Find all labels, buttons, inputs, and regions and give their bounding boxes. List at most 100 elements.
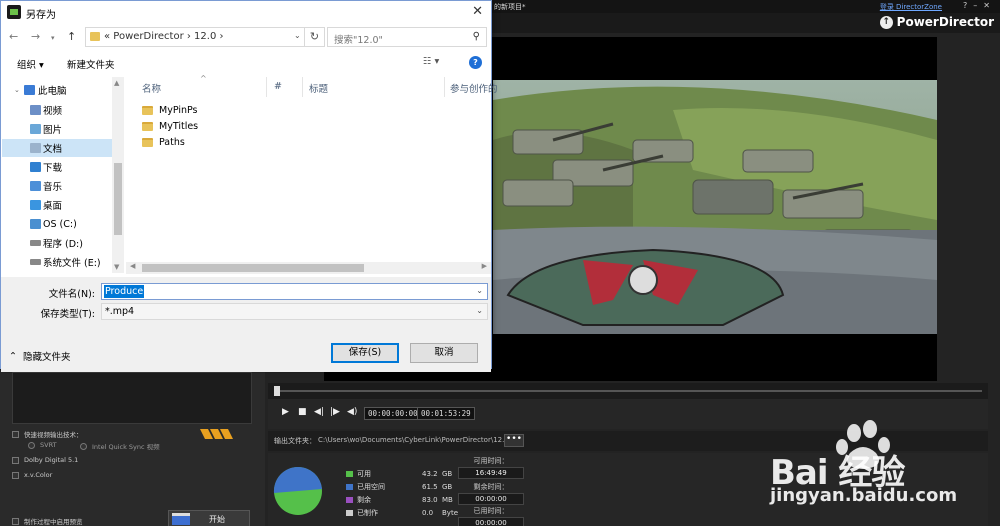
tree-item-videos[interactable]: 视频: [2, 101, 112, 119]
radio-circle[interactable]: [80, 442, 87, 450]
volume-icon[interactable]: ◀): [347, 407, 357, 417]
column-divider[interactable]: [302, 77, 303, 97]
tree-item-label: 桌面: [43, 201, 63, 212]
start-produce-button[interactable]: 开始: [168, 510, 250, 526]
timeline-scrubber[interactable]: [268, 383, 988, 399]
column-participants[interactable]: 参与创作的: [450, 81, 498, 95]
tree-item-this-pc[interactable]: ⌄ 此电脑: [2, 81, 112, 99]
scrubber-track[interactable]: [276, 390, 982, 392]
scroll-up-icon[interactable]: ▲: [114, 79, 119, 87]
browse-output-button[interactable]: •••: [504, 434, 524, 447]
back-arrow-icon[interactable]: ←: [9, 30, 18, 43]
tree-item-drive-c[interactable]: OS (C:): [2, 215, 112, 233]
refresh-button[interactable]: ↻: [305, 27, 325, 47]
checkbox-box[interactable]: [12, 430, 19, 438]
next-frame-icon[interactable]: |▶: [330, 407, 340, 417]
view-options-icon[interactable]: ☷ ▾: [423, 56, 439, 67]
checkbox-box[interactable]: [12, 517, 19, 525]
filename-value[interactable]: Produce: [104, 285, 145, 298]
legend-value: 0.0: [422, 509, 434, 517]
intel-logo-icon: [200, 429, 233, 439]
cancel-button[interactable]: 取消: [410, 343, 478, 363]
filename-input[interactable]: Produce ⌄: [101, 283, 488, 300]
close-icon[interactable]: ✕: [983, 1, 996, 10]
scrubber-handle[interactable]: [274, 386, 280, 396]
radio-circle[interactable]: [28, 441, 35, 449]
tree-item-label: OS (C:): [43, 218, 77, 230]
drive-icon: [30, 219, 41, 229]
refresh-icon[interactable]: ↻: [310, 30, 319, 43]
tree-scrollbar[interactable]: ▲ ▼: [112, 77, 124, 273]
address-bar[interactable]: « PowerDirector › 12.0 › ⌄: [85, 27, 305, 47]
column-name[interactable]: 名称: [142, 81, 161, 95]
help-icon[interactable]: ?: [469, 56, 482, 69]
video-frame: [493, 80, 937, 334]
scrollbar-thumb[interactable]: [114, 163, 122, 235]
preview-during-produce-checkbox[interactable]: 制作过程中启用预览: [12, 516, 83, 526]
scroll-left-icon[interactable]: ◀: [130, 262, 135, 270]
chevron-down-icon[interactable]: ⌄: [294, 31, 301, 40]
filetype-select[interactable]: *.mp4 ⌄: [101, 303, 488, 320]
horizontal-scrollbar[interactable]: ◀ ▶: [126, 262, 491, 274]
search-input[interactable]: 搜索"12.0" ⚲: [327, 27, 487, 47]
up-arrow-icon[interactable]: ↑: [67, 30, 76, 43]
checkbox-box[interactable]: [12, 456, 19, 464]
drive-icon: [30, 259, 41, 265]
column-number[interactable]: #: [274, 81, 282, 92]
list-item[interactable]: MyPinPs: [142, 102, 198, 118]
fast-render-checkbox[interactable]: 快速视频输出技术：: [12, 429, 83, 439]
forward-arrow-icon[interactable]: →: [31, 30, 40, 43]
tree-item-documents[interactable]: 文档: [2, 139, 112, 157]
tree-item-downloads[interactable]: 下载: [2, 158, 112, 176]
dolby-checkbox[interactable]: Dolby Digital 5.1: [12, 456, 78, 464]
minimize-icon[interactable]: –: [973, 1, 983, 10]
search-icon[interactable]: ⚲: [473, 31, 480, 42]
computer-icon: [24, 85, 35, 95]
play-icon[interactable]: ▶: [282, 407, 289, 417]
chevron-down-icon[interactable]: ⌄: [476, 306, 483, 315]
tree-item-music[interactable]: 音乐: [2, 177, 112, 195]
checkbox-box[interactable]: [12, 471, 19, 479]
list-item[interactable]: MyTitles: [142, 118, 198, 134]
legend-remaining: 剩余 83.0 MB: [346, 495, 453, 505]
prev-frame-icon[interactable]: ◀|: [314, 407, 324, 417]
file-list-header: 名称 ^ # 标题 参与创作的: [126, 74, 498, 97]
save-button[interactable]: 保存(S): [331, 343, 399, 363]
save-as-dialog: 另存为 ✕ ← → ▾ ↑ « PowerDirector › 12.0 › ⌄…: [0, 0, 498, 372]
tree-item-pictures[interactable]: 图片: [2, 120, 112, 138]
new-folder-button[interactable]: 新建文件夹: [67, 57, 115, 71]
upload-icon: ↑: [879, 15, 893, 29]
scrollbar-thumb[interactable]: [142, 264, 364, 272]
list-item[interactable]: Paths: [142, 134, 185, 150]
output-folder-path: C:\Users\wo\Documents\CyberLink\PowerDir…: [318, 436, 523, 444]
breadcrumb[interactable]: « PowerDirector › 12.0 ›: [104, 31, 224, 42]
tree-item-drive-d[interactable]: 程序 (D:): [2, 234, 112, 252]
recent-dropdown-icon[interactable]: ▾: [51, 34, 55, 42]
expand-arrow-icon[interactable]: ⌄: [14, 86, 20, 94]
dialog-title: 另存为: [26, 10, 56, 21]
chevron-up-icon[interactable]: ⌃: [9, 351, 17, 362]
column-divider[interactable]: [266, 77, 267, 97]
column-divider[interactable]: [444, 77, 445, 97]
output-folder-label: 输出文件夹：: [274, 437, 316, 445]
tree-item-drive-e[interactable]: 系统文件 (E:): [2, 253, 112, 271]
tree-item-desktop[interactable]: 桌面: [2, 196, 112, 214]
close-icon[interactable]: ✕: [472, 4, 483, 19]
window-controls[interactable]: ?–✕: [963, 1, 996, 10]
download-icon: [30, 162, 41, 172]
column-title[interactable]: 标题: [309, 81, 328, 95]
hide-folders-toggle[interactable]: ⌃ 隐藏文件夹: [9, 349, 70, 364]
dialog-title-bar[interactable]: 另存为 ✕: [1, 1, 491, 23]
login-directorzone-link[interactable]: 登录 DirectorZone: [880, 2, 942, 12]
legend-label: 已制作: [357, 509, 378, 517]
scroll-right-icon[interactable]: ▶: [482, 262, 487, 270]
organize-button[interactable]: 组织 ▾: [17, 57, 44, 71]
scroll-down-icon[interactable]: ▼: [114, 263, 119, 271]
intel-quicksync-radio[interactable]: Intel Quick Sync 视频: [80, 441, 160, 451]
folder-name: Paths: [159, 136, 185, 148]
chevron-down-icon[interactable]: ⌄: [476, 286, 483, 295]
stop-icon[interactable]: ■: [298, 407, 307, 417]
xvcolor-checkbox[interactable]: x.v.Color: [12, 471, 52, 479]
svrt-radio[interactable]: SVRT: [28, 441, 57, 449]
disk-usage-pie: [273, 466, 322, 515]
